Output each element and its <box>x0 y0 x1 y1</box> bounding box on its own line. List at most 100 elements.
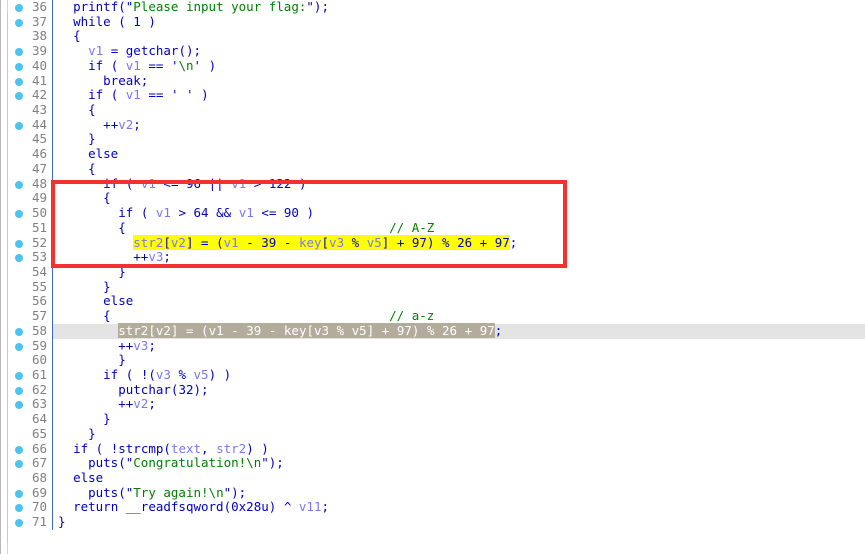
code-text[interactable]: else <box>58 294 133 309</box>
line-number: 51 <box>31 219 47 235</box>
code-line-50[interactable]: 50 if ( v1 > 64 && v1 <= 90 ) <box>1 205 865 221</box>
code-line-71[interactable]: 71} <box>1 514 865 530</box>
code-text[interactable]: puts("Try again!\n"); <box>58 485 246 501</box>
code-line-58[interactable]: 58 str2[v2] = (v1 - 39 - key[v3 % v5] + … <box>1 322 865 339</box>
code-text[interactable]: ++v2; <box>58 117 141 133</box>
code-text[interactable]: v1 = getchar(); <box>58 43 201 59</box>
breakpoint-dot-icon[interactable] <box>15 210 23 219</box>
code-text[interactable]: } <box>58 264 126 280</box>
code-line-56[interactable]: 56 else <box>1 294 865 310</box>
code-line-57[interactable]: 57 { // a-z <box>1 308 865 324</box>
code-line-62[interactable]: 62 putchar(32); <box>1 382 865 398</box>
gutter-separator <box>52 294 53 310</box>
breakpoint-dot-icon[interactable] <box>15 121 23 130</box>
code-line-41[interactable]: 41 break; <box>1 73 865 89</box>
code-line-63[interactable]: 63 ++v2; <box>1 397 865 413</box>
code-line-66[interactable]: 66 if ( !strcmp(text, str2) ) <box>1 441 865 457</box>
breakpoint-dot-icon[interactable] <box>15 342 23 351</box>
code-text[interactable]: puts("Congratulation!\n"); <box>58 455 284 471</box>
breakpoint-dot-icon[interactable] <box>15 4 23 12</box>
code-text[interactable]: { <box>58 29 81 44</box>
code-text[interactable]: } <box>58 411 111 427</box>
code-line-54[interactable]: 54 } <box>1 264 865 280</box>
code-line-55[interactable]: 55 } <box>1 279 865 295</box>
code-line-65[interactable]: 65 } <box>1 426 865 442</box>
code-line-51[interactable]: 51 { // A-Z <box>1 219 865 236</box>
code-text[interactable]: { <box>58 190 111 206</box>
code-line-64[interactable]: 64 } <box>1 411 865 427</box>
code-text[interactable]: { // A-Z <box>58 220 434 236</box>
breakpoint-dot-icon[interactable] <box>15 504 23 513</box>
code-line-43[interactable]: 43 { <box>1 102 865 118</box>
code-text[interactable]: } <box>58 132 96 147</box>
code-line-38[interactable]: 38 { <box>1 28 865 45</box>
code-text[interactable]: return __readfsqword(0x28u) ^ v11; <box>58 500 329 515</box>
code-text[interactable]: else <box>58 470 103 486</box>
code-text[interactable]: ++v2; <box>58 397 156 412</box>
code-text[interactable]: ++v3; <box>58 338 156 354</box>
code-line-37[interactable]: 37 while ( 1 ) <box>1 14 865 30</box>
breakpoint-dot-icon[interactable] <box>15 386 23 395</box>
code-line-68[interactable]: 68 else <box>1 470 865 486</box>
breakpoint-dot-icon[interactable] <box>15 92 23 101</box>
code-line-53[interactable]: 53 ++v3; <box>1 249 865 265</box>
code-text[interactable]: { <box>58 161 96 177</box>
code-line-59[interactable]: 59 ++v3; <box>1 338 865 354</box>
breakpoint-dot-icon[interactable] <box>15 489 23 498</box>
code-line-69[interactable]: 69 puts("Try again!\n"); <box>1 485 865 501</box>
code-text[interactable]: { // a-z <box>58 308 434 324</box>
code-line-42[interactable]: 42 if ( v1 == ' ' ) <box>1 87 865 104</box>
breakpoint-dot-icon[interactable] <box>15 371 23 380</box>
breakpoint-dot-icon[interactable] <box>15 460 23 469</box>
code-text[interactable]: } <box>58 279 111 295</box>
code-line-44[interactable]: 44 ++v2; <box>1 117 865 133</box>
breakpoint-dot-icon[interactable] <box>15 254 23 263</box>
code-text[interactable]: if ( !(v3 % v5) ) <box>58 367 231 383</box>
code-text[interactable]: if ( v1 <= 96 || v1 > 122 ) <box>58 176 306 192</box>
code-text[interactable]: ++v3; <box>58 249 171 265</box>
code-line-49[interactable]: 49 { <box>1 190 865 207</box>
code-line-61[interactable]: 61 if ( !(v3 % v5) ) <box>1 367 865 383</box>
code-text[interactable]: printf("Please input your flag:"); <box>58 0 329 15</box>
code-line-52[interactable]: 52 str2[v2] = (v1 - 39 - key[v3 % v5] + … <box>1 234 865 251</box>
code-line-67[interactable]: 67 puts("Congratulation!\n"); <box>1 455 865 471</box>
code-line-39[interactable]: 39 v1 = getchar(); <box>1 43 865 59</box>
breakpoint-dot-icon[interactable] <box>15 48 23 57</box>
code-text[interactable]: str2[v2] = (v1 - 39 - key[v3 % v5] + 97)… <box>58 234 517 251</box>
line-number: 38 <box>31 28 47 44</box>
pseudocode-decompiler-view[interactable]: 36 printf("Please input your flag:"); 37 … <box>0 0 865 554</box>
breakpoint-dot-icon[interactable] <box>15 180 23 189</box>
code-line-45[interactable]: 45 } <box>1 132 865 148</box>
code-text[interactable]: while ( 1 ) <box>58 14 156 30</box>
code-line-46[interactable]: 46 else <box>1 146 865 162</box>
code-line-70[interactable]: 70 return __readfsqword(0x28u) ^ v11; <box>1 500 865 516</box>
code-text[interactable]: } <box>58 514 66 530</box>
code-text[interactable]: if ( v1 > 64 && v1 <= 90 ) <box>58 205 314 221</box>
breakpoint-dot-icon[interactable] <box>15 445 23 454</box>
code-text[interactable]: } <box>58 426 96 442</box>
code-line-40[interactable]: 40 if ( v1 == '\n' ) <box>1 58 865 74</box>
code-text[interactable]: break; <box>58 73 148 89</box>
breakpoint-dot-icon[interactable] <box>15 401 23 410</box>
code-text[interactable]: if ( !strcmp(text, str2) ) <box>58 441 269 457</box>
code-text[interactable]: if ( v1 == ' ' ) <box>58 87 209 103</box>
code-line-60[interactable]: 60 } <box>1 352 865 368</box>
code-area[interactable]: 36 printf("Please input your flag:"); 37 … <box>1 0 865 554</box>
breakpoint-dot-icon[interactable] <box>15 62 23 71</box>
code-text[interactable]: else <box>58 146 118 162</box>
breakpoint-dot-icon[interactable] <box>15 77 23 86</box>
text-selection[interactable]: str2[v2] = (v1 - 39 - key[v3 % v5] + 97)… <box>118 322 495 338</box>
breakpoint-dot-icon[interactable] <box>15 239 23 248</box>
code-text[interactable]: putchar(32); <box>58 382 208 398</box>
code-line-36[interactable]: 36 printf("Please input your flag:"); <box>1 0 865 15</box>
line-number: 64 <box>31 411 47 427</box>
breakpoint-dot-icon[interactable] <box>15 519 23 528</box>
code-text[interactable]: str2[v2] = (v1 - 39 - key[v3 % v5] + 97)… <box>58 322 502 339</box>
code-line-47[interactable]: 47 { <box>1 161 865 177</box>
code-line-48[interactable]: 48 if ( v1 <= 96 || v1 > 122 ) <box>1 176 865 192</box>
breakpoint-dot-icon[interactable] <box>15 327 23 336</box>
code-text[interactable]: } <box>58 352 126 368</box>
code-text[interactable]: if ( v1 == '\n' ) <box>58 58 216 74</box>
code-text[interactable]: { <box>58 102 96 118</box>
breakpoint-dot-icon[interactable] <box>15 18 23 27</box>
